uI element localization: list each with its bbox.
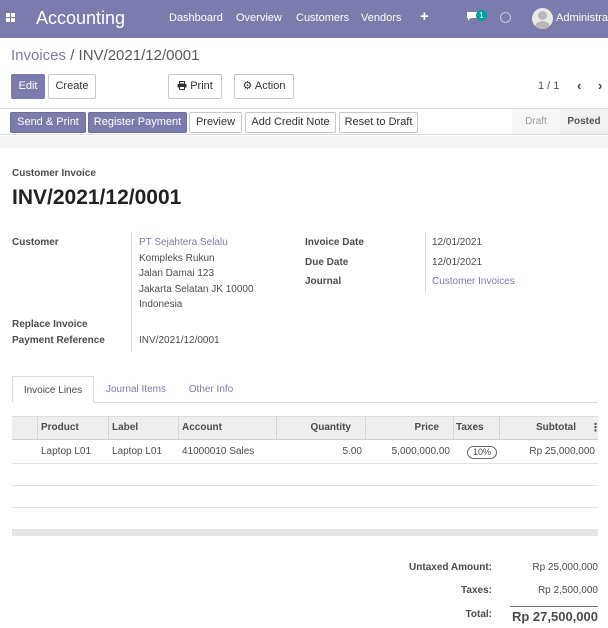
- column-header-price[interactable]: Price: [369, 417, 439, 440]
- table-row[interactable]: Laptop L01 Laptop L01 41000010 Sales 5.0…: [12, 441, 598, 464]
- edit-button[interactable]: Edit: [11, 74, 45, 99]
- print-label: Print: [190, 80, 213, 92]
- clock-icon[interactable]: [500, 12, 511, 23]
- cell-quantity: 5.00: [342, 446, 362, 457]
- table-header: Product Label Account Quantity Price Tax…: [12, 416, 601, 440]
- cell-product: Laptop L01: [41, 446, 92, 457]
- column-header-taxes[interactable]: Taxes: [456, 417, 484, 440]
- untaxed-amount-label: Untaxed Amount:: [409, 562, 492, 573]
- taxes-label: Taxes:: [461, 585, 492, 596]
- breadcrumb-current: INV/2021/12/0001: [78, 47, 200, 64]
- status-bar: Send & Print Register Payment Preview Ad…: [0, 108, 608, 135]
- column-header-label[interactable]: Label: [112, 417, 138, 440]
- add-credit-note-button[interactable]: Add Credit Note: [245, 112, 336, 133]
- journal-label: Journal: [305, 276, 342, 287]
- menu-overview[interactable]: Overview: [236, 12, 282, 24]
- action-label: Action: [254, 80, 286, 92]
- cell-account: 41000010 Sales: [182, 446, 255, 457]
- chevron-left-icon[interactable]: ‹: [577, 78, 581, 93]
- preview-button[interactable]: Preview: [189, 112, 242, 133]
- total-label: Total:: [465, 609, 492, 620]
- column-header-quantity[interactable]: Quantity: [280, 417, 351, 440]
- send-print-button[interactable]: Send & Print: [10, 112, 86, 133]
- customer-address-line: Kompleks Rukun: [139, 253, 215, 264]
- column-header-account[interactable]: Account: [182, 417, 222, 440]
- chevron-right-icon[interactable]: ›: [598, 78, 602, 93]
- empty-row: [12, 508, 598, 530]
- gear-icon: ⚙: [242, 80, 253, 92]
- field-divider: [131, 232, 132, 352]
- column-header-subtotal[interactable]: Subtotal: [502, 417, 576, 440]
- sheet-background: [0, 136, 608, 148]
- menu-dashboard[interactable]: Dashboard: [169, 12, 223, 24]
- invoice-type-label: Customer Invoice: [12, 168, 96, 179]
- table-footer: [12, 530, 598, 536]
- due-date-label: Due Date: [305, 257, 349, 268]
- tab-invoice-lines[interactable]: Invoice Lines: [12, 376, 94, 403]
- stage-posted: Posted: [560, 109, 608, 134]
- menu-customers[interactable]: Customers: [296, 12, 349, 24]
- customer-link[interactable]: PT Sejahtera Selalu: [139, 237, 228, 248]
- total-divider: [510, 606, 598, 607]
- column-header-product[interactable]: Product: [41, 417, 79, 440]
- empty-row: [12, 486, 598, 508]
- payment-reference-label: Payment Reference: [12, 335, 105, 346]
- breadcrumb: Invoices / INV/2021/12/0001: [11, 47, 199, 64]
- customer-address-line: Jalan Damai 123: [139, 268, 215, 279]
- printer-icon: [177, 81, 187, 90]
- create-button[interactable]: Create: [48, 74, 96, 99]
- tax-badge: 10%: [467, 446, 498, 459]
- menu-vendors[interactable]: Vendors: [361, 12, 401, 24]
- cell-subtotal: Rp 25,000,000: [529, 446, 595, 457]
- reset-to-draft-button[interactable]: Reset to Draft: [339, 112, 418, 133]
- tab-journal-items[interactable]: Journal Items: [98, 376, 174, 403]
- invoice-name: INV/2021/12/0001: [12, 186, 182, 209]
- total-value: Rp 27,500,000: [511, 609, 598, 624]
- print-button[interactable]: Print: [168, 74, 222, 99]
- action-button[interactable]: ⚙ Action: [234, 74, 294, 99]
- payment-reference-value: INV/2021/12/0001: [139, 335, 220, 346]
- avatar[interactable]: [532, 8, 553, 29]
- breadcrumb-separator: /: [66, 47, 79, 64]
- customer-address-line: Jakarta Selatan JK 10000: [139, 284, 254, 295]
- top-navbar: Accounting Dashboard Overview Customers …: [0, 0, 608, 38]
- message-count-badge: 1: [476, 10, 487, 21]
- app-title[interactable]: Accounting: [36, 8, 125, 29]
- cell-label: Laptop L01: [112, 446, 163, 457]
- plus-icon[interactable]: +: [420, 8, 429, 25]
- tab-other-info[interactable]: Other Info: [180, 376, 242, 403]
- untaxed-amount-value: Rp 25,000,000: [532, 562, 598, 573]
- replace-invoice-label: Replace Invoice: [12, 319, 88, 330]
- taxes-value: Rp 2,500,000: [537, 585, 598, 596]
- apps-grid-icon[interactable]: [6, 13, 16, 23]
- customer-address-line: Indonesia: [139, 299, 183, 310]
- invoice-date-label: Invoice Date: [305, 237, 364, 248]
- stage-draft: Draft: [512, 109, 560, 134]
- field-divider: [425, 232, 426, 292]
- register-payment-button[interactable]: Register Payment: [88, 112, 187, 133]
- cell-price: 5,000,000.00: [391, 446, 450, 457]
- customer-label: Customer: [12, 237, 59, 248]
- breadcrumb-invoices[interactable]: Invoices: [11, 47, 66, 64]
- empty-row: [12, 464, 598, 486]
- user-name[interactable]: Administrator: [556, 12, 608, 24]
- journal-link[interactable]: Customer Invoices: [432, 276, 515, 287]
- pager-value[interactable]: 1 / 1: [538, 80, 559, 92]
- invoice-date-value: 12/01/2021: [432, 237, 483, 248]
- due-date-value: 12/01/2021: [432, 257, 483, 268]
- column-options-icon[interactable]: ⋮: [590, 417, 601, 440]
